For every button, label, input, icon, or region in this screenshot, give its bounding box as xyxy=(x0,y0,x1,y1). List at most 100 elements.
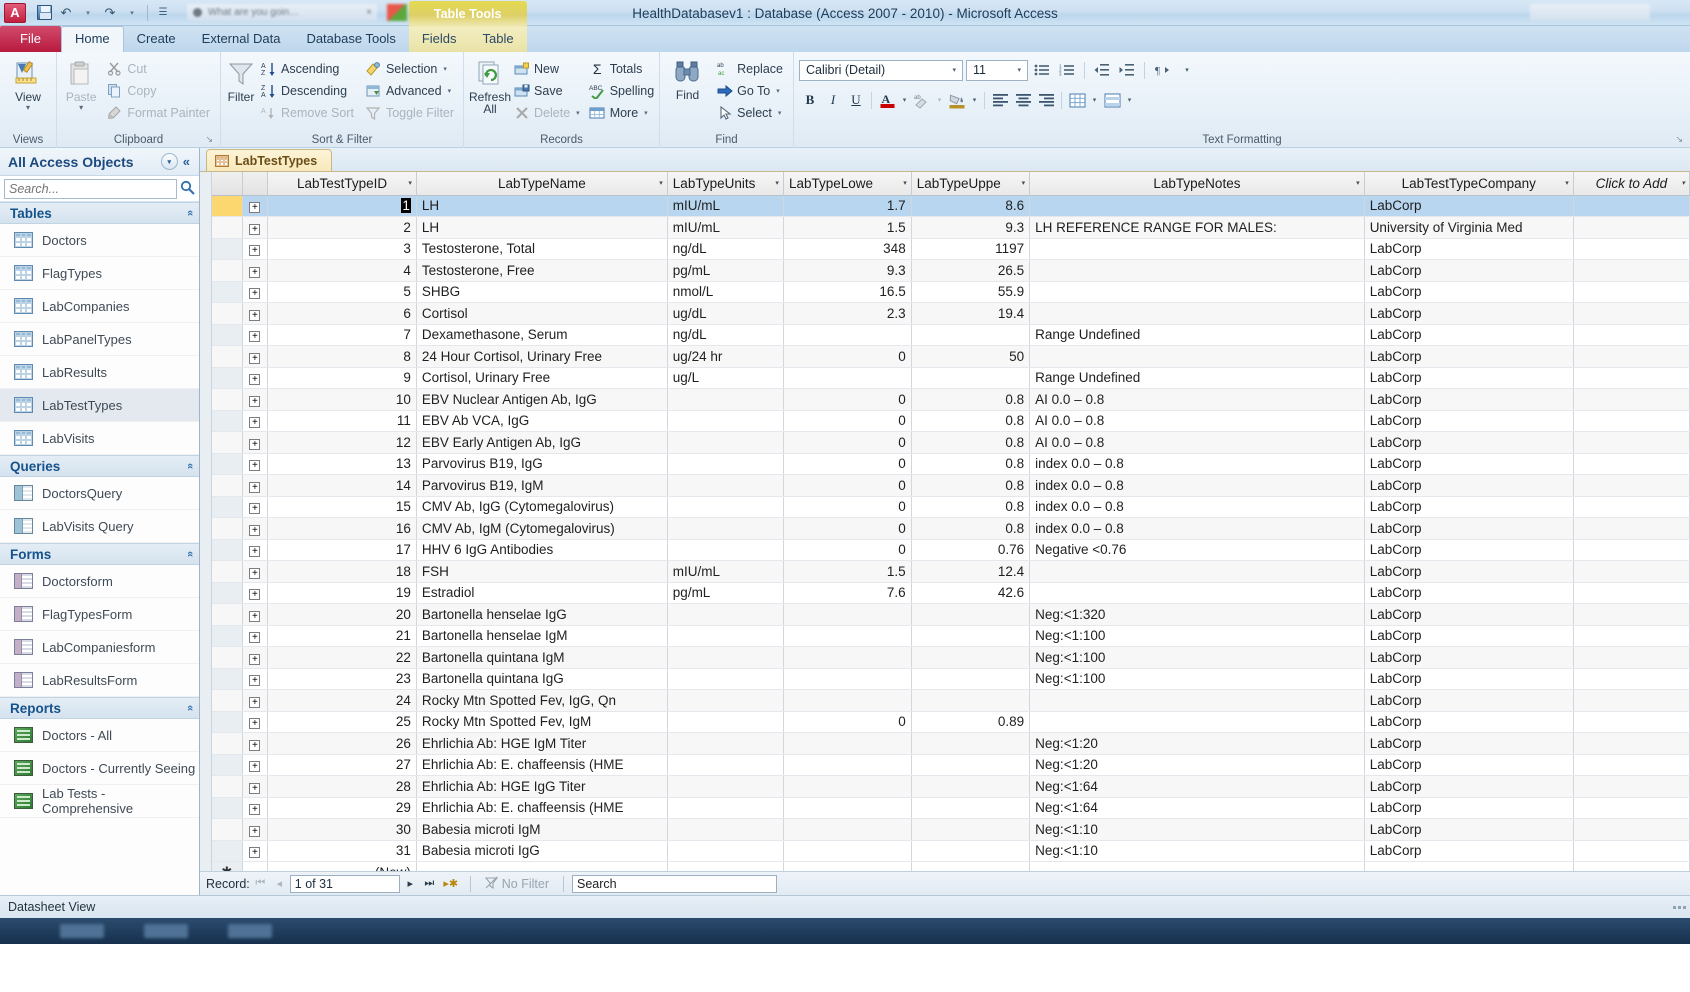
cell-labtesttypecompany[interactable]: LabCorp xyxy=(1364,410,1574,432)
taskbar-item[interactable] xyxy=(60,924,104,938)
cell-labtypelower[interactable] xyxy=(783,603,912,626)
taskbar-item[interactable] xyxy=(144,924,188,938)
cell-labtypename[interactable]: Bartonella henselae IgG xyxy=(416,603,668,626)
row-selector[interactable] xyxy=(212,367,243,389)
chevron-up-icon[interactable]: « xyxy=(184,210,196,216)
cell-click-to-add[interactable] xyxy=(1573,410,1690,432)
row-selector[interactable] xyxy=(212,281,243,303)
advanced-button[interactable]: Advanced ▾ xyxy=(363,80,459,101)
table-row[interactable]: +5 SHBG nmol/L 16.5 55.9 LabCorp xyxy=(212,281,1690,303)
alternate-fill-button[interactable] xyxy=(1101,89,1123,111)
search-icon[interactable] xyxy=(180,180,195,198)
cell-labtypenotes[interactable]: Neg:<1:100 xyxy=(1029,646,1365,669)
nav-item-doctors-all[interactable]: Doctors - All xyxy=(0,719,199,752)
cell-labtypename[interactable]: CMV Ab, IgM (Cytomegalovirus) xyxy=(416,517,668,540)
table-row[interactable]: +11 EBV Ab VCA, IgG 0 0.8 AI 0.0 – 0.8 LabCor… xyxy=(212,410,1690,432)
cell-labtypename[interactable]: Rocky Mtn Spotted Fev, IgG, Qn xyxy=(416,689,668,712)
row-selector[interactable] xyxy=(212,496,243,518)
cell-click-to-add[interactable] xyxy=(1573,238,1690,260)
cell-labtypeunits[interactable]: ug/dL xyxy=(667,302,784,325)
column-dropdown-icon[interactable]: ▾ xyxy=(1356,179,1360,187)
cell-labtypeunits[interactable] xyxy=(667,732,784,755)
table-row[interactable]: +12 EBV Early Antigen Ab, IgG 0 0.8 AI 0.0 –… xyxy=(212,431,1690,454)
cell-labtypenotes[interactable]: Neg:<1:100 xyxy=(1029,668,1365,690)
cell-click-to-add[interactable] xyxy=(1573,324,1690,346)
cell-labtypenotes[interactable]: index 0.0 – 0.8 xyxy=(1029,453,1365,475)
column-dropdown-icon[interactable]: ▾ xyxy=(1565,179,1569,187)
cell-labtypenotes[interactable] xyxy=(1029,711,1365,733)
expand-subdatasheet-button[interactable]: + xyxy=(242,238,269,260)
tab-table[interactable]: Table xyxy=(470,27,527,52)
cell-labtesttypecompany[interactable]: LabCorp xyxy=(1364,496,1574,518)
underline-button[interactable]: U xyxy=(845,89,867,111)
cell-labtypename[interactable]: LH xyxy=(416,216,668,239)
align-left-button[interactable] xyxy=(989,89,1011,111)
cell-labtesttypeid[interactable]: 28 xyxy=(267,775,417,798)
cell-click-to-add[interactable] xyxy=(1573,818,1690,841)
cell-click-to-add[interactable] xyxy=(1573,668,1690,690)
gridlines-dropdown-icon[interactable]: ▾ xyxy=(1089,89,1100,111)
new-row-cell[interactable] xyxy=(1573,861,1690,871)
expand-subdatasheet-button[interactable]: + xyxy=(242,539,269,561)
align-right-button[interactable] xyxy=(1035,89,1057,111)
nav-item-doctorsform[interactable]: Doctorsform xyxy=(0,565,199,598)
cell-labtypename[interactable]: Testosterone, Total xyxy=(416,238,668,260)
expand-subdatasheet-button[interactable]: + xyxy=(242,603,269,626)
cell-labtesttypecompany[interactable]: LabCorp xyxy=(1364,259,1574,282)
chevron-up-icon[interactable]: « xyxy=(184,705,196,711)
expand-subdatasheet-button[interactable]: + xyxy=(242,195,269,217)
table-row[interactable]: +31 Babesia microti IgG Neg:<1:10 LabCorp xyxy=(212,840,1690,862)
cell-click-to-add[interactable] xyxy=(1573,754,1690,776)
nav-item-doctors-currently-seeing[interactable]: Doctors - Currently Seeing xyxy=(0,752,199,785)
table-row[interactable]: +6 Cortisol ug/dL 2.3 19.4 LabCorp xyxy=(212,302,1690,325)
delete-record-button[interactable]: Delete ▾ xyxy=(511,102,585,123)
row-selector[interactable] xyxy=(212,345,243,368)
cell-click-to-add[interactable] xyxy=(1573,560,1690,583)
cell-labtypename[interactable]: EBV Nuclear Antigen Ab, IgG xyxy=(416,388,668,411)
cell-labtesttypecompany[interactable]: LabCorp xyxy=(1364,238,1574,260)
redo-icon[interactable]: ↷ xyxy=(100,3,120,23)
cell-labtesttypecompany[interactable]: LabCorp xyxy=(1364,431,1574,454)
cell-labtypeupper[interactable]: 0.8 xyxy=(911,388,1031,411)
cell-labtypelower[interactable]: 0 xyxy=(783,431,912,454)
nav-item-labvisits[interactable]: LabVisits xyxy=(0,422,199,455)
bullets-button[interactable] xyxy=(1031,59,1053,81)
column-header-click-to-add[interactable]: Click to Add ▾ xyxy=(1573,172,1690,196)
cell-labtypeunits[interactable]: ng/dL xyxy=(667,238,784,260)
cell-labtypename[interactable]: Testosterone, Free xyxy=(416,259,668,282)
os-taskbar[interactable] xyxy=(0,918,1690,944)
cell-click-to-add[interactable] xyxy=(1573,367,1690,389)
text-direction-button[interactable]: ¶ xyxy=(1151,59,1173,81)
cell-labtypename[interactable]: EBV Ab VCA, IgG xyxy=(416,410,668,432)
table-row[interactable]: +21 Bartonella henselae IgM Neg:<1:100 LabC… xyxy=(212,625,1690,647)
row-selector[interactable] xyxy=(212,388,243,411)
view-dropdown-icon[interactable]: ▾ xyxy=(26,104,30,112)
cell-labtypenotes[interactable]: Neg:<1:20 xyxy=(1029,732,1365,755)
cell-labtypeunits[interactable]: mIU/mL xyxy=(667,560,784,583)
last-record-button[interactable]: ⏭ xyxy=(421,877,438,890)
cell-labtypenotes[interactable]: Neg:<1:100 xyxy=(1029,625,1365,647)
cell-labtypename[interactable]: Bartonella henselae IgM xyxy=(416,625,668,647)
previous-record-button[interactable]: ◂ xyxy=(271,877,288,890)
cell-labtypeunits[interactable] xyxy=(667,410,784,432)
expand-subdatasheet-button[interactable]: + xyxy=(242,281,269,303)
decrease-indent-button[interactable] xyxy=(1091,59,1113,81)
select-button[interactable]: Select ▾ xyxy=(714,102,788,123)
select-dropdown-icon[interactable]: ▾ xyxy=(778,109,782,117)
text-direction-dropdown-icon[interactable]: ▾ xyxy=(1176,59,1198,81)
cell-labtesttypeid[interactable]: 13 xyxy=(267,453,417,475)
cell-labtesttypecompany[interactable]: LabCorp xyxy=(1364,711,1574,733)
cell-labtypelower[interactable]: 16.5 xyxy=(783,281,912,303)
cell-labtypeupper[interactable] xyxy=(911,668,1031,690)
cell-labtypelower[interactable]: 9.3 xyxy=(783,259,912,282)
expand-subdatasheet-button[interactable]: + xyxy=(242,367,269,389)
table-row[interactable]: +23 Bartonella quintana IgG Neg:<1:100 LabC… xyxy=(212,668,1690,690)
cell-labtypelower[interactable]: 1.5 xyxy=(783,560,912,583)
table-row[interactable]: +9 Cortisol, Urinary Free ug/L Range Undefi… xyxy=(212,367,1690,389)
cell-labtesttypecompany[interactable]: LabCorp xyxy=(1364,324,1574,346)
new-row-cell[interactable] xyxy=(1364,861,1574,871)
cell-labtypenotes[interactable] xyxy=(1029,238,1365,260)
nav-item-flagtypes[interactable]: FlagTypes xyxy=(0,257,199,290)
cell-labtesttypeid[interactable]: 24 xyxy=(267,689,417,712)
highlight-button[interactable]: ab xyxy=(911,89,933,111)
